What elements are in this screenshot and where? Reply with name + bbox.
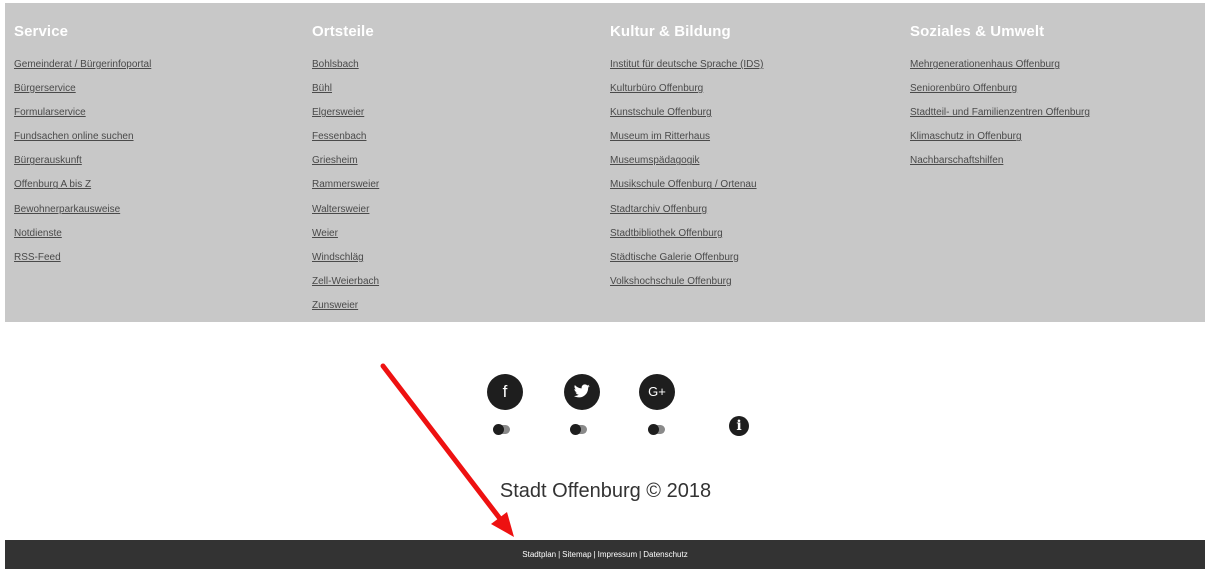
list-item: Klimaschutz in Offenburg [910, 128, 1090, 152]
footer-link[interactable]: Klimaschutz in Offenburg [910, 131, 1022, 142]
footer-link[interactable]: Bühl [312, 83, 332, 94]
footer-link[interactable]: RSS-Feed [14, 252, 61, 263]
footer-link[interactable]: Fessenbach [312, 131, 366, 142]
footer-link[interactable]: Nachbarschaftshilfen [910, 155, 1003, 166]
list-item: Museum im Ritterhaus [610, 128, 763, 152]
info-icon[interactable]: i [729, 416, 749, 436]
footer-link[interactable]: Windschläg [312, 252, 364, 263]
list-item: Gemeinderat / Bürgerinfoportal [14, 56, 151, 80]
footer-link[interactable]: Waltersweier [312, 204, 369, 215]
list-item: Griesheim [312, 152, 379, 176]
footer-link[interactable]: Städtische Galerie Offenburg [610, 252, 739, 263]
footer-link[interactable]: Museum im Ritterhaus [610, 131, 710, 142]
stadtplan-link[interactable]: Stadtplan [522, 550, 556, 559]
list-item: Rammersweier [312, 176, 379, 200]
list-item: Bürgerauskunft [14, 152, 151, 176]
twitter-bird-icon [573, 384, 590, 398]
footer-link[interactable]: Stadtarchiv Offenburg [610, 204, 707, 215]
list-item: Kulturbüro Offenburg [610, 80, 763, 104]
arrow-head [491, 512, 514, 537]
list-item: Musikschule Offenburg / Ortenau [610, 176, 763, 200]
list-item: Windschläg [312, 249, 379, 273]
list-item: Elgersweier [312, 104, 379, 128]
link-list: Institut für deutsche Sprache (IDS) Kult… [610, 56, 763, 297]
footer-links-section: Service Gemeinderat / Bürgerinfoportal B… [5, 3, 1205, 322]
copyright-text: Stadt Offenburg © 2018 [499, 480, 712, 502]
footer-link[interactable]: Notdienste [14, 228, 62, 239]
twitter-share-toggle[interactable] [570, 424, 587, 435]
list-item: Formularservice [14, 104, 151, 128]
footer-link[interactable]: Bohlsbach [312, 59, 359, 70]
list-item: RSS-Feed [14, 249, 151, 273]
footer-link[interactable]: Volkshochschule Offenburg [610, 276, 732, 287]
column-title: Service [14, 23, 69, 40]
list-item: Zell-Weierbach [312, 273, 379, 297]
footer-link[interactable]: Seniorenbüro Offenburg [910, 83, 1017, 94]
footer-link[interactable]: Mehrgenerationenhaus Offenburg [910, 59, 1060, 70]
impressum-link[interactable]: Impressum [598, 550, 638, 559]
footer-link[interactable]: Bürgerauskunft [14, 155, 82, 166]
footer-link[interactable]: Musikschule Offenburg / Ortenau [610, 179, 757, 190]
googleplus-icon[interactable]: G+ [639, 374, 675, 410]
footer-link[interactable]: Formularservice [14, 107, 86, 118]
bottom-nav: Stadtplan | Sitemap | Impressum | Datenschutz [5, 540, 1205, 569]
list-item: Stadtarchiv Offenburg [610, 201, 763, 225]
facebook-glyph: f [502, 382, 508, 401]
footer-link[interactable]: Gemeinderat / Bürgerinfoportal [14, 59, 151, 70]
list-item: Städtische Galerie Offenburg [610, 249, 763, 273]
footer-link[interactable]: Kulturbüro Offenburg [610, 83, 703, 94]
list-item: Notdienste [14, 225, 151, 249]
link-list: Mehrgenerationenhaus Offenburg Seniorenb… [910, 56, 1090, 176]
bottom-bar: Stadtplan | Sitemap | Impressum | Datenschutz [5, 540, 1205, 569]
list-item: Bühl [312, 80, 379, 104]
footer-link[interactable]: Kunstschule Offenburg [610, 107, 712, 118]
list-item: Weier [312, 225, 379, 249]
link-list: Gemeinderat / Bürgerinfoportal Bürgerser… [14, 56, 151, 273]
footer-link[interactable]: Zunsweier [312, 300, 358, 311]
list-item: Waltersweier [312, 201, 379, 225]
list-item: Volkshochschule Offenburg [610, 273, 763, 297]
column-title: Soziales & Umwelt [910, 23, 1045, 40]
list-item: Bürgerservice [14, 80, 151, 104]
list-item: Fundsachen online suchen [14, 128, 151, 152]
twitter-icon[interactable]: 🐦 [564, 374, 600, 410]
footer-link[interactable]: Griesheim [312, 155, 358, 166]
footer-link[interactable]: Zell-Weierbach [312, 276, 379, 287]
footer-link[interactable]: Elgersweier [312, 107, 364, 118]
datenschutz-link[interactable]: Datenschutz [643, 550, 687, 559]
footer-link[interactable]: Museumspädagogik [610, 155, 700, 166]
footer-link[interactable]: Stadtteil- und Familienzentren Offenburg [910, 107, 1090, 118]
sitemap-link[interactable]: Sitemap [562, 550, 591, 559]
facebook-share-toggle[interactable] [493, 424, 510, 435]
footer-link[interactable]: Fundsachen online suchen [14, 131, 134, 142]
footer-link[interactable]: Bewohnerparkausweise [14, 204, 120, 215]
list-item: Bohlsbach [312, 56, 379, 80]
column-title: Ortsteile [312, 23, 374, 40]
list-item: Institut für deutsche Sprache (IDS) [610, 56, 763, 80]
googleplus-share-toggle[interactable] [648, 424, 665, 435]
info-glyph: i [736, 418, 742, 434]
list-item: Stadtbibliothek Offenburg [610, 225, 763, 249]
column-title: Kultur & Bildung [610, 23, 731, 40]
list-item: Stadtteil- und Familienzentren Offenburg [910, 104, 1090, 128]
list-item: Zunsweier [312, 297, 379, 321]
list-item: Seniorenbüro Offenburg [910, 80, 1090, 104]
footer-link[interactable]: Weier [312, 228, 338, 239]
footer-link[interactable]: Stadtbibliothek Offenburg [610, 228, 723, 239]
footer-link[interactable]: Institut für deutsche Sprache (IDS) [610, 59, 763, 70]
list-item: Offenburg A bis Z [14, 176, 151, 200]
link-list: Bohlsbach Bühl Elgersweier Fessenbach Gr… [312, 56, 379, 321]
footer-link[interactable]: Offenburg A bis Z [14, 179, 91, 190]
footer-link[interactable]: Bürgerservice [14, 83, 76, 94]
googleplus-glyph: G+ [648, 384, 666, 399]
footer-link[interactable]: Rammersweier [312, 179, 379, 190]
list-item: Nachbarschaftshilfen [910, 152, 1090, 176]
list-item: Mehrgenerationenhaus Offenburg [910, 56, 1090, 80]
list-item: Museumspädagogik [610, 152, 763, 176]
facebook-icon[interactable]: f [487, 374, 523, 410]
list-item: Kunstschule Offenburg [610, 104, 763, 128]
list-item: Bewohnerparkausweise [14, 201, 151, 225]
list-item: Fessenbach [312, 128, 379, 152]
